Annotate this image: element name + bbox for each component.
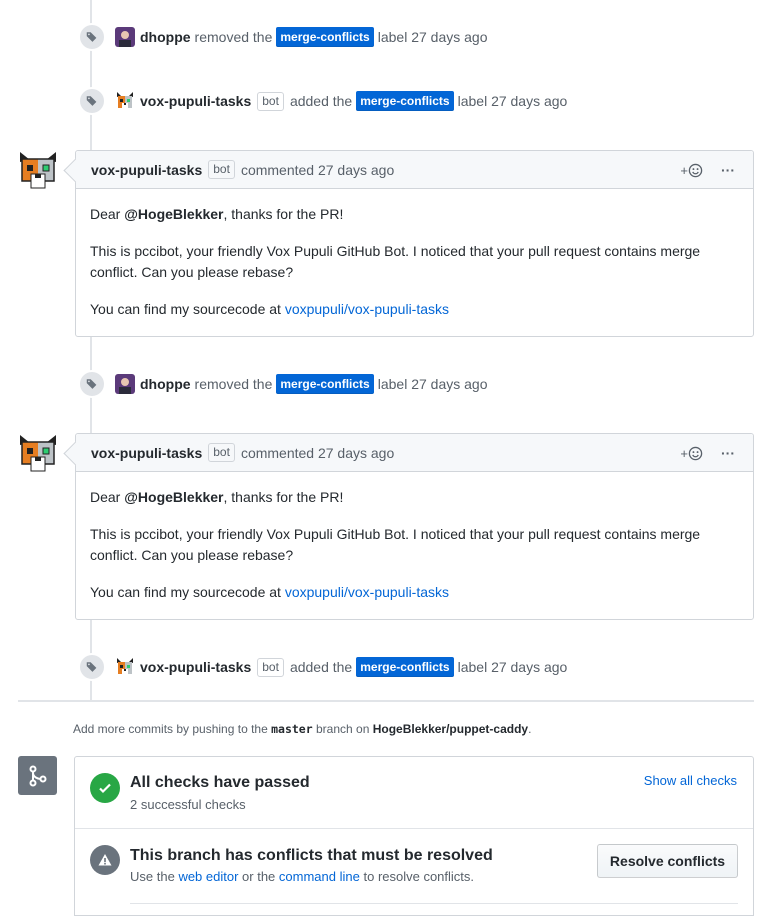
bot-badge: bot [257,657,284,677]
command-line-link[interactable]: command line [279,869,360,884]
tag-icon [78,370,106,398]
timeline-event: vox-pupuli-tasks bot added the merge-con… [78,87,567,115]
comment-box: vox-pupuli-tasks bot commented 27 days a… [75,150,754,337]
timeline-event: dhoppe removed the merge-conflicts label… [78,23,488,51]
greeting-prefix: Dear [90,206,121,222]
conflicts-sub-middle: or the [242,869,276,884]
tag-icon [78,87,106,115]
comment-source: You can find my sourcecode at voxpupuli/… [90,582,739,603]
vox-pupuli-avatar[interactable] [115,657,135,677]
source-prefix: You can find my sourcecode at [90,584,281,600]
source-repo-link[interactable]: voxpupuli/vox-pupuli-tasks [285,584,449,600]
comment-greeting: Dear @HogeBlekker, thanks for the PR! [90,204,739,225]
more-options-button[interactable]: ··· [721,162,735,178]
plus-icon: + [680,162,688,178]
source-prefix: You can find my sourcecode at [90,301,281,317]
event-action: added the [289,93,353,109]
event-timestamp[interactable]: label 27 days ago [458,659,568,675]
show-all-checks-link[interactable]: Show all checks [644,773,737,788]
conflicts-sub-prefix: Use the [130,869,175,884]
bot-badge: bot [208,160,235,179]
push-hint-prefix: Add more commits by pushing to the [73,722,268,736]
event-action: removed the [194,376,273,392]
dhoppe-avatar[interactable] [115,374,135,394]
bot-badge: bot [257,91,284,111]
comment-paragraph: This is pccibot, your friendly Vox Pupul… [90,243,701,280]
comment-header: vox-pupuli-tasks bot commented 27 days a… [76,151,753,189]
timeline-event: vox-pupuli-tasks bot added the merge-con… [78,653,567,681]
conflicts-sub-suffix: to resolve conflicts. [363,869,475,884]
user-mention-link[interactable]: @HogeBlekker [124,206,223,222]
add-reaction-button[interactable]: + [680,163,703,178]
comment-paragraph: This is pccibot, your friendly Vox Pupul… [90,526,701,563]
timeline-event: dhoppe removed the merge-conflicts label… [78,370,488,398]
event-timestamp[interactable]: label 27 days ago [378,376,488,392]
greeting-prefix: Dear [90,489,121,505]
comment-body: Dear @HogeBlekker, thanks for the PR! Th… [76,189,753,334]
tag-icon [78,653,106,681]
tag-icon [78,23,106,51]
timeline-divider [18,700,754,702]
label-merge-conflicts[interactable]: merge-conflicts [276,374,374,394]
greeting-suffix: , thanks for the PR! [223,206,344,222]
source-repo-link[interactable]: voxpupuli/vox-pupuli-tasks [285,301,449,317]
event-actor-link[interactable]: dhoppe [140,29,191,45]
comment-header: vox-pupuli-tasks bot commented 27 days a… [76,434,753,472]
event-timestamp[interactable]: label 27 days ago [458,93,568,109]
label-merge-conflicts[interactable]: merge-conflicts [276,27,374,47]
more-options-button[interactable]: ··· [721,445,735,461]
dhoppe-avatar[interactable] [115,27,135,47]
checks-subtitle: 2 successful checks [130,797,246,812]
comment-box: vox-pupuli-tasks bot commented 27 days a… [75,433,754,620]
web-editor-link[interactable]: web editor [178,869,238,884]
vox-pupuli-avatar[interactable] [18,150,58,190]
resolve-conflicts-button[interactable]: Resolve conflicts [597,844,738,878]
add-reaction-button[interactable]: + [680,446,703,461]
user-mention-link[interactable]: @HogeBlekker [124,489,223,505]
event-action: removed the [194,29,273,45]
comment-body: Dear @HogeBlekker, thanks for the PR! Th… [76,472,753,617]
event-actor-link[interactable]: vox-pupuli-tasks [140,93,251,109]
comment-timestamp[interactable]: commented 27 days ago [241,162,394,178]
event-timestamp[interactable]: label 27 days ago [378,29,488,45]
checks-title: All checks have passed [130,774,310,791]
greeting-suffix: , thanks for the PR! [223,489,344,505]
comment-timestamp[interactable]: commented 27 days ago [241,445,394,461]
branch-name: master [271,722,313,736]
comment-author-link[interactable]: vox-pupuli-tasks [91,445,202,461]
git-merge-icon [18,756,57,795]
vox-pupuli-avatar[interactable] [18,433,58,473]
event-action: added the [289,659,353,675]
push-hint-middle: branch on [316,722,370,736]
vox-pupuli-avatar[interactable] [115,91,135,111]
section-divider [75,828,753,829]
push-hint: Add more commits by pushing to the maste… [73,722,531,736]
comment-source: You can find my sourcecode at voxpupuli/… [90,299,739,320]
smiley-icon [688,446,703,460]
check-success-icon [90,773,120,803]
comment-greeting: Dear @HogeBlekker, thanks for the PR! [90,487,739,508]
push-hint-end: . [528,722,532,736]
conflicts-title: This branch has conflicts that must be r… [130,847,493,864]
event-actor-link[interactable]: dhoppe [140,376,191,392]
comment-author-link[interactable]: vox-pupuli-tasks [91,162,202,178]
conflicts-subtitle: Use the web editor or the command line t… [130,869,474,884]
label-merge-conflicts[interactable]: merge-conflicts [356,91,454,111]
event-actor-link[interactable]: vox-pupuli-tasks [140,659,251,675]
smiley-icon [688,163,703,177]
bot-badge: bot [208,443,235,462]
label-merge-conflicts[interactable]: merge-conflicts [356,657,454,677]
alert-icon [90,845,120,875]
plus-icon: + [680,445,688,461]
merge-status-box: All checks have passed 2 successful chec… [74,756,754,916]
section-divider [130,903,738,904]
repo-name: HogeBlekker/puppet-caddy [372,722,529,736]
